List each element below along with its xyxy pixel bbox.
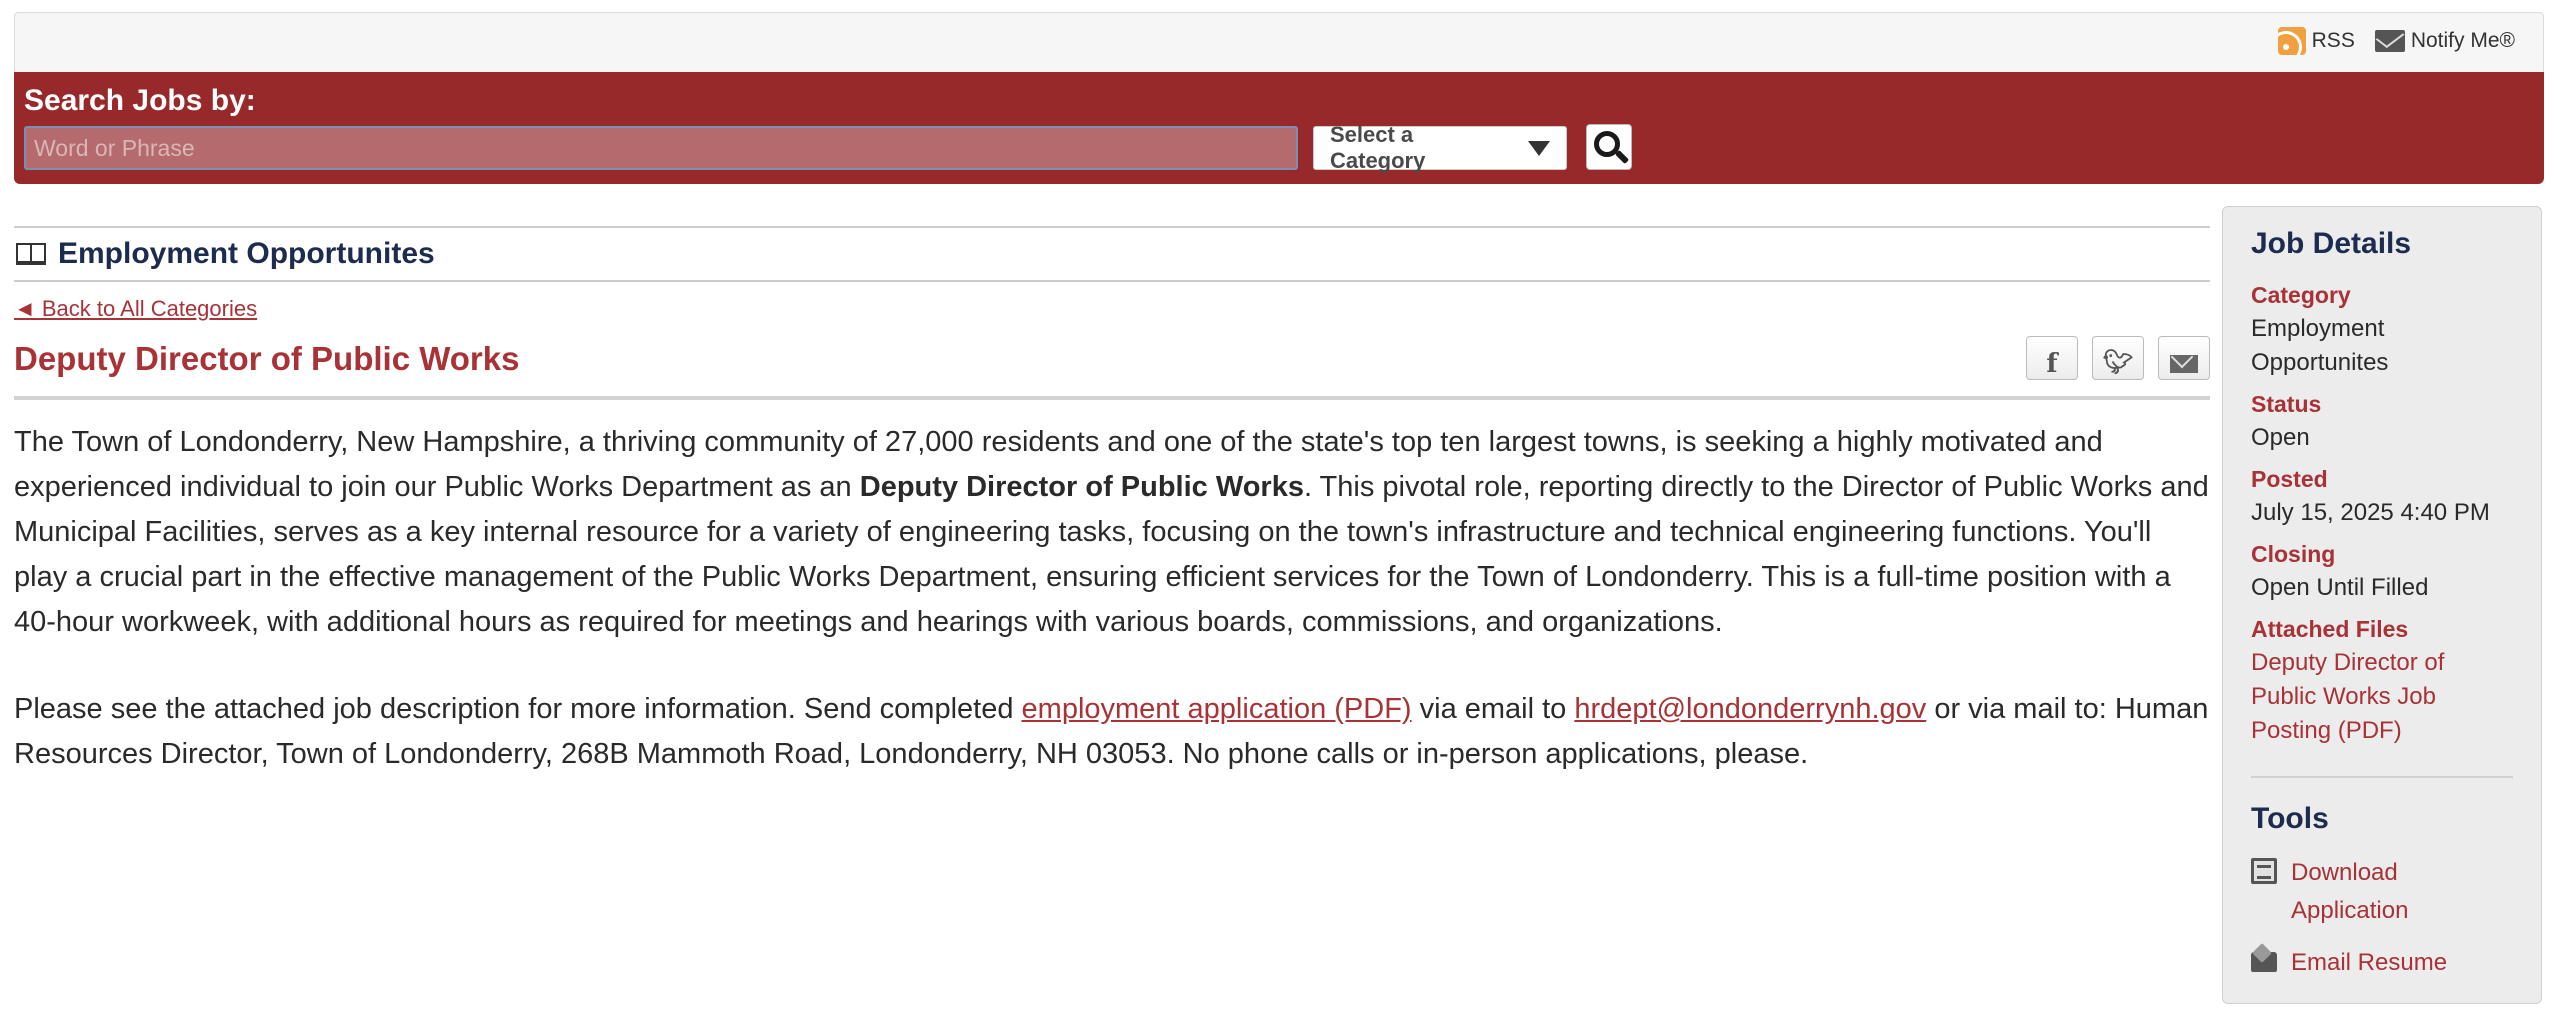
share-facebook-button[interactable]: f bbox=[2026, 336, 2078, 380]
sidebar-divider bbox=[2251, 776, 2513, 778]
module-title: Employment Opportunites bbox=[58, 237, 435, 270]
envelope-icon bbox=[2251, 952, 2277, 972]
closing-value: Open Until Filled bbox=[2251, 574, 2429, 601]
category-select-label: Select a Category bbox=[1330, 122, 1426, 173]
main-content: Employment Opportunites ◄ Back to All Ca… bbox=[14, 226, 2210, 777]
job-details-heading: Job Details bbox=[2251, 227, 2412, 260]
category-value: Employment Opportunites bbox=[2251, 315, 2389, 376]
document-icon bbox=[2251, 858, 2277, 884]
download-application-tool[interactable]: Download Application bbox=[2251, 854, 2513, 930]
download-application-link[interactable]: Download Application bbox=[2291, 854, 2513, 930]
back-to-categories-link[interactable]: ◄ Back to All Categories bbox=[14, 296, 257, 322]
email-resume-link[interactable]: Email Resume bbox=[2291, 944, 2447, 982]
facebook-icon: f bbox=[2046, 349, 2058, 379]
posted-label: Posted bbox=[2251, 466, 2328, 492]
rss-icon bbox=[2277, 27, 2306, 55]
share-buttons: f 🐦︎ bbox=[2026, 336, 2210, 380]
share-twitter-button[interactable]: 🐦︎ bbox=[2092, 336, 2144, 380]
closing-label: Closing bbox=[2251, 541, 2336, 567]
category-select[interactable]: Select a Category bbox=[1313, 122, 1567, 173]
module-header: Employment Opportunites bbox=[14, 226, 2210, 282]
job-search-bar: Search Jobs by: Select a Category bbox=[14, 72, 2544, 184]
chevron-down-icon bbox=[1528, 140, 1550, 156]
job-description: The Town of Londonderry, New Hampshire, … bbox=[14, 420, 2210, 777]
share-email-button[interactable] bbox=[2158, 336, 2210, 380]
status-value: Open bbox=[2251, 424, 2310, 451]
rss-label: RSS bbox=[2311, 29, 2355, 52]
search-heading: Search Jobs by: bbox=[24, 84, 256, 117]
application-paragraph: Please see the attached job description … bbox=[14, 693, 2209, 770]
top-utility-bar: RSS Notify Me® bbox=[14, 12, 2544, 72]
email-icon bbox=[2170, 355, 2198, 373]
job-title: Deputy Director of Public Works bbox=[14, 340, 520, 377]
job-title-row: Deputy Director of Public Works f 🐦︎ bbox=[14, 336, 2210, 400]
job-details-sidebar: Job Details Category Employment Opportun… bbox=[2222, 206, 2542, 1004]
hr-email-link[interactable]: hrdept@londonderrynh.gov bbox=[1574, 693, 1926, 725]
notify-label: Notify Me® bbox=[2410, 29, 2515, 52]
envelope-icon bbox=[2374, 30, 2405, 52]
posted-value: July 15, 2025 4:40 PM bbox=[2251, 499, 2490, 526]
search-input[interactable] bbox=[24, 126, 1298, 170]
rss-link[interactable]: RSS bbox=[2277, 27, 2355, 55]
attached-file-link[interactable]: Deputy Director of Public Works Job Post… bbox=[2251, 646, 2513, 748]
twitter-icon: 🐦︎ bbox=[2102, 349, 2134, 376]
notify-me-link[interactable]: Notify Me® bbox=[2374, 29, 2515, 53]
book-icon bbox=[16, 243, 46, 265]
utility-links: RSS Notify Me® bbox=[2277, 27, 2515, 55]
search-button[interactable] bbox=[1586, 124, 1632, 170]
employment-application-link[interactable]: employment application (PDF) bbox=[1022, 693, 1412, 725]
email-resume-tool[interactable]: Email Resume bbox=[2251, 944, 2513, 982]
attached-files-label: Attached Files bbox=[2251, 616, 2409, 642]
description-paragraph: The Town of Londonderry, New Hampshire, … bbox=[14, 426, 2209, 638]
status-label: Status bbox=[2251, 391, 2322, 417]
category-label: Category bbox=[2251, 282, 2351, 308]
tools-heading: Tools bbox=[2251, 802, 2329, 835]
bold-job-title: Deputy Director of Public Works bbox=[859, 471, 1304, 503]
